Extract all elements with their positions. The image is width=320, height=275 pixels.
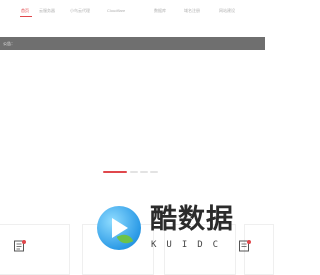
top-nav: 首页 云服务器 小鸟云代理 Cloudflare 数据库 域名注册 网站建设: [0, 0, 265, 22]
service-card-1[interactable]: [0, 224, 70, 275]
nav-item-database[interactable]: 数据库: [154, 8, 166, 13]
nav-item-home[interactable]: 首页: [21, 8, 29, 13]
banner-carousel[interactable]: [0, 50, 265, 190]
nav-item-cloudflare[interactable]: Cloudflare: [107, 8, 125, 13]
carousel-dot-3[interactable]: [140, 171, 148, 173]
watermark-subtitle: KUIDC: [151, 240, 229, 250]
nav-item-website[interactable]: 网站建设: [219, 8, 235, 13]
document-icon: [14, 240, 26, 252]
carousel-dot-4[interactable]: [150, 171, 158, 173]
nav-item-domain[interactable]: 域名注册: [184, 8, 200, 13]
notice-text[interactable]: 公告：: [3, 41, 15, 46]
nav-item-agent[interactable]: 小鸟云代理: [70, 8, 90, 13]
watermark-title: 酷数据: [150, 204, 234, 235]
carousel-dot-2[interactable]: [130, 171, 138, 173]
nav-item-cloud-server[interactable]: 云服务器: [39, 8, 55, 13]
nav-active-underline: [20, 16, 32, 17]
carousel-dot-1[interactable]: [103, 171, 127, 173]
watermark-logo: 酷数据 KUIDC: [95, 200, 255, 260]
notice-bar: 公告：: [0, 37, 265, 50]
